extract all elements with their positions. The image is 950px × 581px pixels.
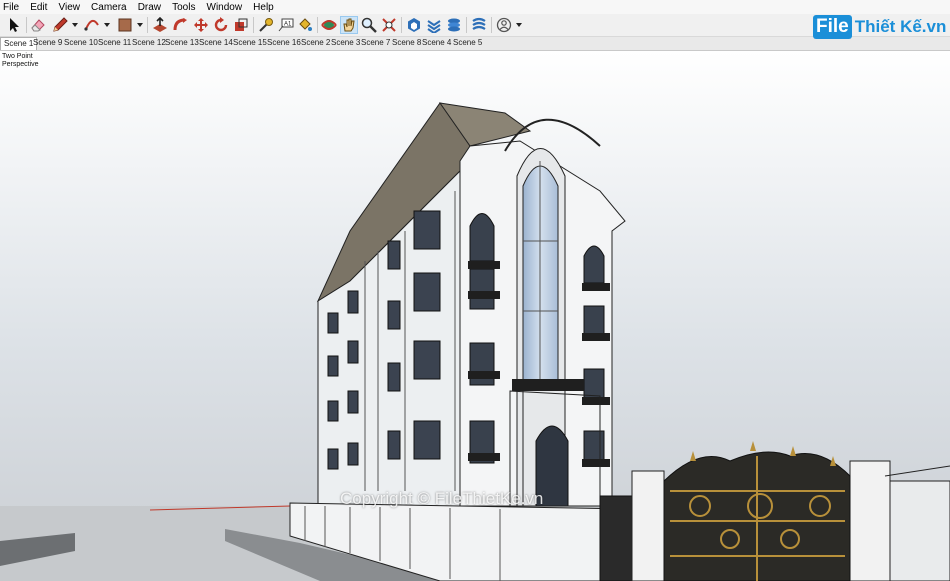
hand-pan-icon bbox=[343, 18, 355, 32]
extension-warehouse-button[interactable] bbox=[445, 16, 463, 34]
svg-text:A1: A1 bbox=[284, 22, 292, 28]
extension-warehouse-icon bbox=[448, 18, 460, 32]
tape-measure-tool-button[interactable] bbox=[257, 16, 275, 34]
orbit-icon bbox=[321, 20, 337, 30]
scene-tabs: Scene 1 Scene 9 Scene 10 Scene 11 Scene … bbox=[0, 37, 950, 51]
filethietke-logo: File Thiết Kế.vn bbox=[813, 13, 946, 41]
push-pull-icon bbox=[153, 17, 167, 32]
select-tool-button[interactable] bbox=[5, 16, 23, 34]
rotate-tool-button[interactable] bbox=[212, 16, 230, 34]
follow-me-icon bbox=[173, 18, 187, 31]
tab-scene-5[interactable]: Scene 5 bbox=[450, 37, 485, 50]
account-dropdown-caret[interactable] bbox=[516, 23, 522, 27]
main-toolbar: A1 bbox=[0, 14, 950, 37]
text-tool-button[interactable]: A1 bbox=[277, 16, 295, 34]
extension-button[interactable] bbox=[425, 16, 443, 34]
pencil-icon bbox=[53, 17, 68, 32]
zoom-tool-button[interactable] bbox=[360, 16, 378, 34]
push-pull-tool-button[interactable] bbox=[151, 16, 169, 34]
scale-icon bbox=[235, 18, 248, 31]
rotate-icon bbox=[214, 17, 228, 32]
zoom-extents-tool-button[interactable] bbox=[380, 16, 398, 34]
camera-mode-label: Two Point Perspective bbox=[2, 53, 39, 68]
pan-tool-button[interactable] bbox=[340, 16, 358, 34]
sandbox-button[interactable] bbox=[470, 16, 488, 34]
eraser-tool-button[interactable] bbox=[29, 16, 47, 34]
text-label-icon: A1 bbox=[278, 18, 294, 32]
copyright-watermark: Copyright © FileThietKe.vn bbox=[340, 489, 544, 508]
rectangle-icon bbox=[118, 18, 132, 32]
logo-mark: File bbox=[813, 15, 852, 39]
account-button[interactable] bbox=[495, 16, 513, 34]
orbit-tool-button[interactable] bbox=[320, 16, 338, 34]
pencil-line-tool-button[interactable] bbox=[51, 16, 69, 34]
scale-tool-button[interactable] bbox=[232, 16, 250, 34]
menu-window[interactable]: Window bbox=[204, 0, 248, 14]
user-account-icon bbox=[496, 17, 512, 33]
menu-help[interactable]: Help bbox=[250, 0, 279, 14]
follow-me-tool-button[interactable] bbox=[172, 16, 190, 34]
rectangle-tool-button[interactable] bbox=[116, 16, 134, 34]
move-icon bbox=[194, 18, 208, 32]
warehouse-icon bbox=[408, 18, 420, 32]
menu-view[interactable]: View bbox=[55, 0, 85, 14]
paint-bucket-tool-button[interactable] bbox=[296, 16, 314, 34]
menu-camera[interactable]: Camera bbox=[88, 0, 132, 14]
zoom-extents-icon bbox=[382, 18, 396, 32]
cursor-arrow-icon bbox=[10, 18, 19, 32]
eraser-icon bbox=[31, 19, 45, 32]
shape-dropdown-caret[interactable] bbox=[137, 23, 143, 27]
magnifier-icon bbox=[361, 17, 377, 33]
arc-dropdown-caret[interactable] bbox=[104, 23, 110, 27]
menu-file[interactable]: File bbox=[0, 0, 24, 14]
menu-bar: File Edit View Camera Draw Tools Window … bbox=[0, 0, 950, 14]
paint-bucket-icon bbox=[299, 18, 312, 31]
logo-text: Thiết Kế.vn bbox=[854, 17, 947, 36]
3d-warehouse-button[interactable] bbox=[405, 16, 423, 34]
arc-tool-button[interactable] bbox=[83, 16, 101, 34]
sandbox-layers-icon bbox=[472, 17, 486, 30]
move-tool-button[interactable] bbox=[192, 16, 210, 34]
menu-draw[interactable]: Draw bbox=[135, 0, 166, 14]
pencil-dropdown-caret[interactable] bbox=[72, 23, 78, 27]
tape-measure-icon bbox=[259, 18, 273, 32]
menu-edit[interactable]: Edit bbox=[27, 0, 52, 14]
menu-tools[interactable]: Tools bbox=[169, 0, 200, 14]
extension-icon bbox=[427, 20, 441, 33]
arc-icon bbox=[84, 19, 99, 31]
